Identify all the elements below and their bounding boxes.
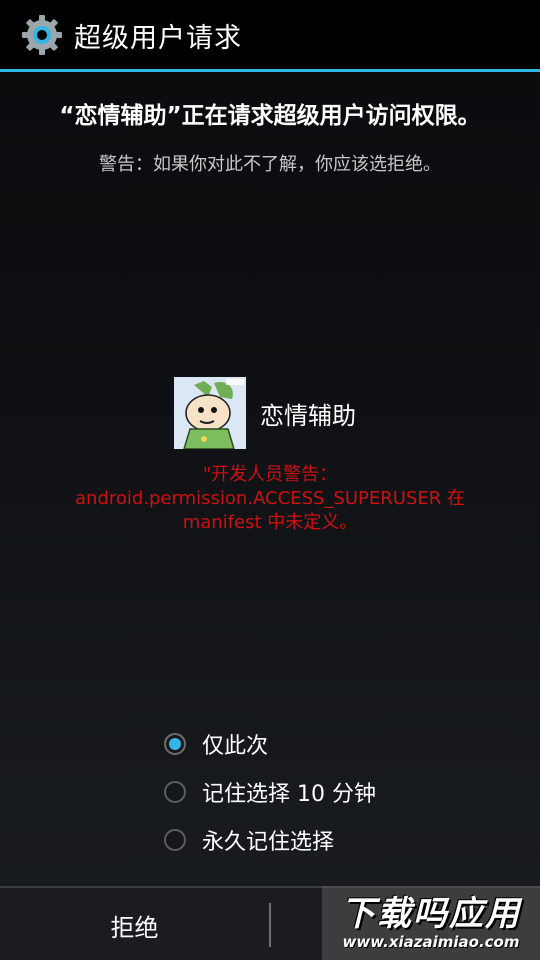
option-remember-10-minutes[interactable]: 记住选择 10 分钟 [164,768,376,816]
developer-warning-line: manifest 中未定义。 [182,512,358,533]
developer-warning-line: "开发人员警告： [202,464,338,485]
deny-button[interactable]: 拒绝 [0,888,269,960]
action-bar-divider [0,69,540,72]
radio-button-checked[interactable] [164,733,186,755]
requesting-app: 恋情辅助 [174,377,356,449]
remember-options: 仅此次 记住选择 10 分钟 永久记住选择 [164,720,376,864]
watermark: 下载吗应用 www.xiazaimiao.com [322,886,540,960]
option-remember-forever[interactable]: 永久记住选择 [164,816,376,864]
warning-message: 警告：如果你对此不了解，你应该选拒绝。 [99,154,441,175]
watermark-logo: 下载吗应用 [341,894,521,934]
gear-icon [20,13,64,57]
radio-button[interactable] [164,829,186,851]
option-once[interactable]: 仅此次 [164,720,376,768]
action-bar: 超级用户请求 [0,0,540,70]
option-label: 记住选择 10 分钟 [202,782,376,807]
app-avatar [174,377,246,449]
app-name: 恋情辅助 [260,401,356,430]
screen-title: 超级用户请求 [74,22,242,54]
option-label: 永久记住选择 [202,830,335,855]
radio-button[interactable] [164,781,186,803]
developer-warning-line: android.permission.ACCESS_SUPERUSER 在 [75,488,465,509]
request-message: “恋情辅助”正在请求超级用户访问权限。 [59,103,481,129]
option-label: 仅此次 [202,734,269,759]
developer-warning: "开发人员警告： android.permission.ACCESS_SUPER… [0,463,540,535]
watermark-url: www.xiazaimiao.com [342,933,520,951]
superuser-request-screen: 超级用户请求 “恋情辅助”正在请求超级用户访问权限。 警告：如果你对此不了解，你… [0,0,540,960]
